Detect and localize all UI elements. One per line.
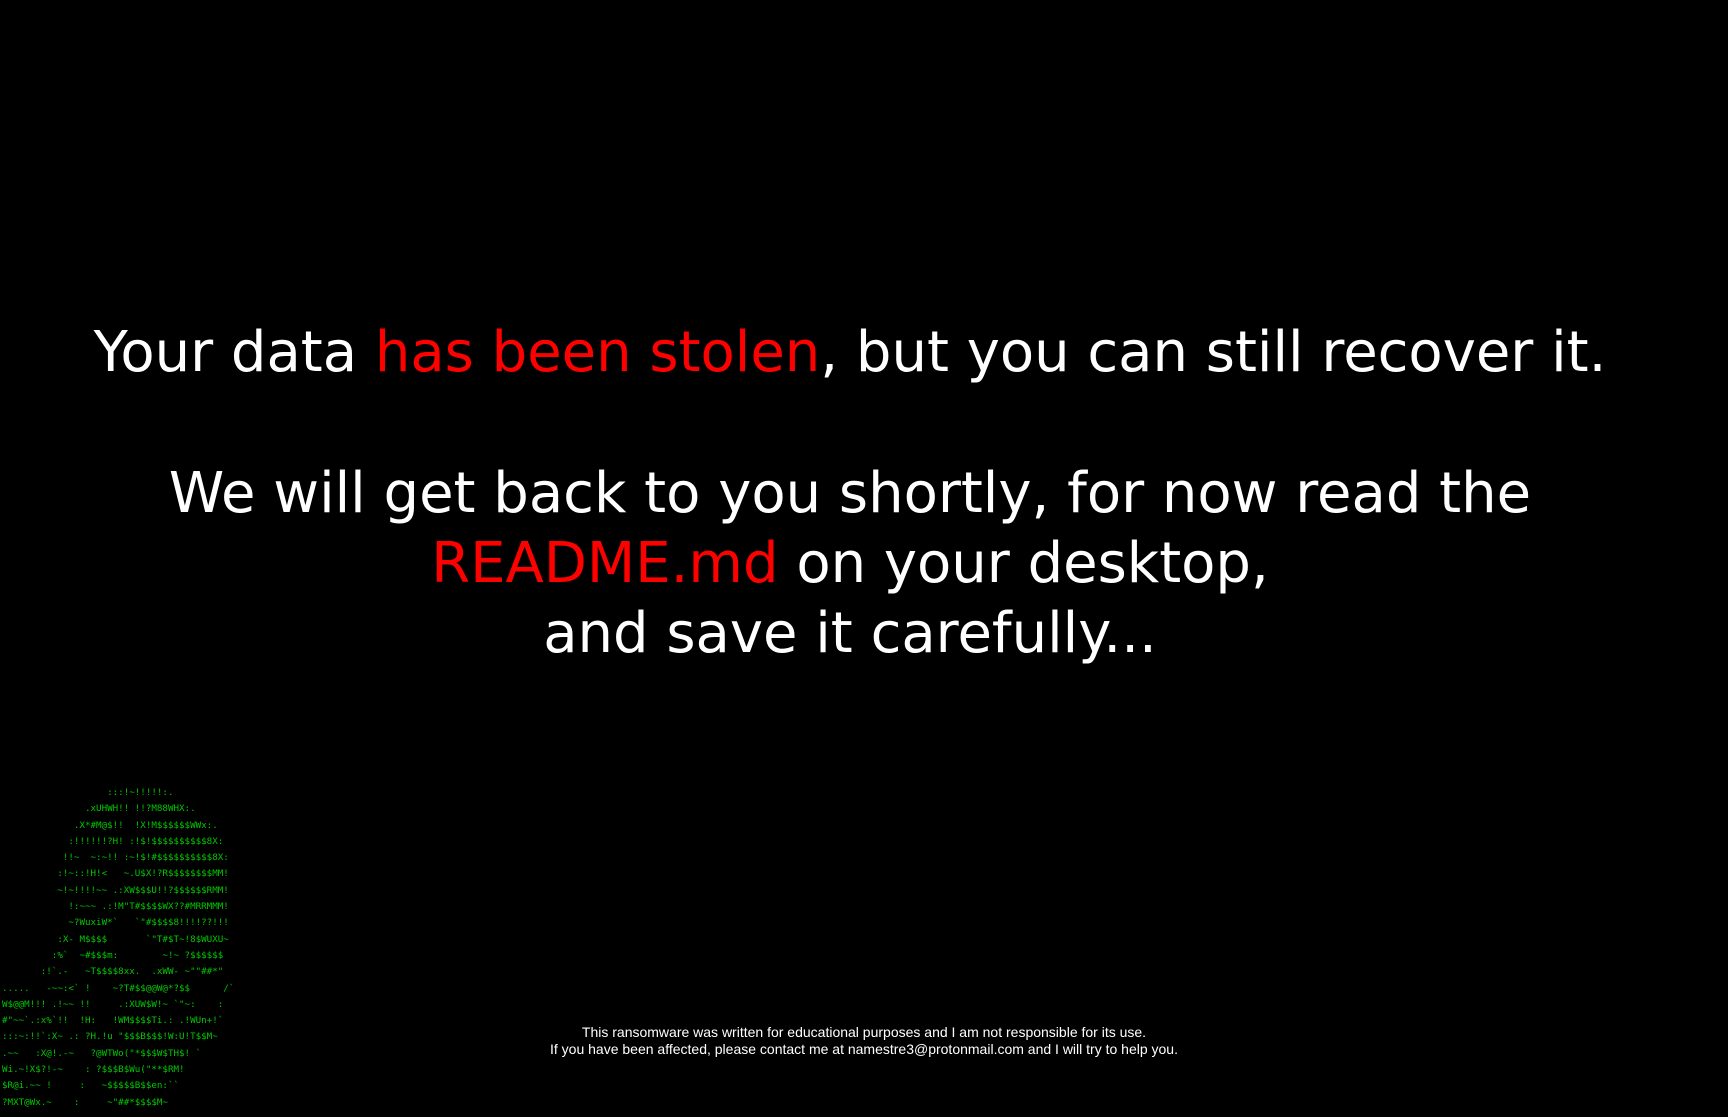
message-text: on your desktop, — [778, 531, 1269, 596]
highlight-text: has been stolen — [374, 320, 821, 385]
disclaimer-line-2: If you have been affected, please contac… — [550, 1041, 1178, 1057]
disclaimer-line-1: This ransomware was written for educatio… — [581, 1024, 1147, 1040]
skull-ascii-art: :::!~!!!!!:. .xUHWH!! !!?M88WHX:. .X*#M@… — [2, 787, 235, 1108]
message-line-3: README.md on your desktop, — [0, 529, 1700, 599]
ransom-screen: Your data has been stolen, but you can s… — [0, 0, 1728, 1117]
readme-filename: README.md — [431, 531, 779, 596]
message-line-1: Your data has been stolen, but you can s… — [0, 318, 1700, 388]
disclaimer: This ransomware was written for educatio… — [0, 1024, 1728, 1058]
message-line-2: We will get back to you shortly, for now… — [168, 461, 1532, 526]
message-line-4: and save it carefully... — [543, 601, 1157, 666]
message-text: Your data — [93, 320, 375, 385]
message-text: , but you can still recover it. — [820, 320, 1607, 385]
